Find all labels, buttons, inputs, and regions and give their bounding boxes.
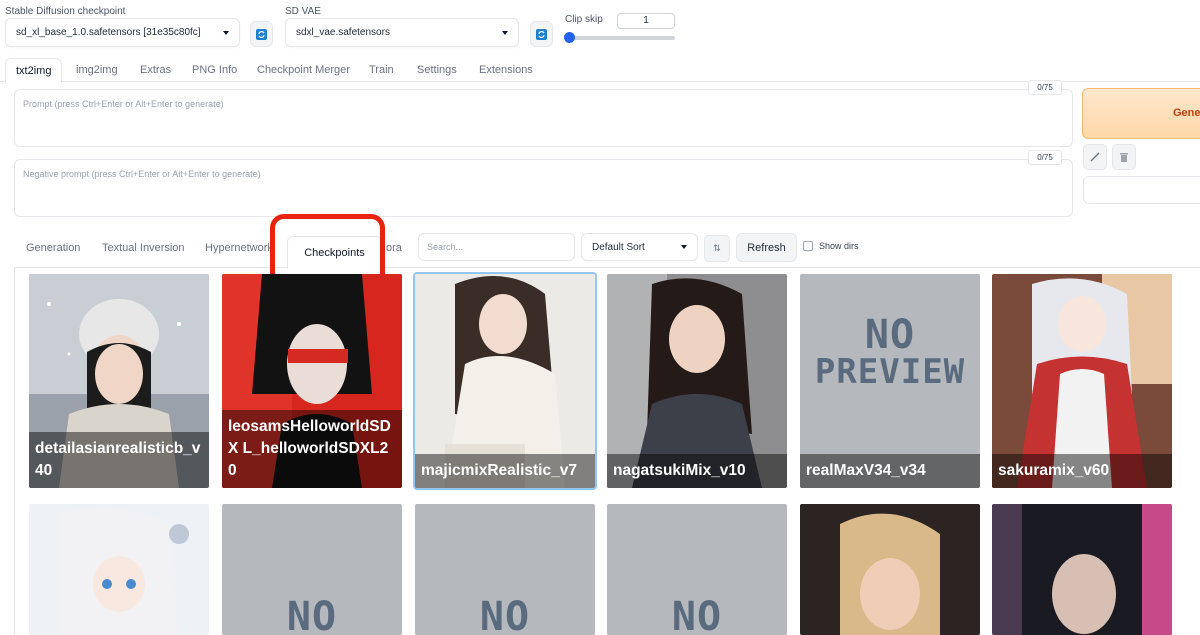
refresh-vae-button[interactable] (530, 21, 553, 47)
negative-prompt-textarea[interactable]: Negative prompt (press Ctrl+Enter or Alt… (14, 159, 1073, 217)
trash-icon (1120, 153, 1128, 162)
model-name-label: sakuramix_v60 (992, 454, 1172, 488)
prompt-placeholder: Prompt (press Ctrl+Enter or Alt+Enter to… (23, 99, 224, 109)
edit-styles-button[interactable] (1083, 144, 1107, 170)
checkpoint-gallery: detailasianrealisticb_v 40 leosamsHellow… (14, 268, 1200, 635)
show-dirs-checkbox[interactable] (803, 241, 813, 251)
sort-dropdown[interactable]: Default Sort (581, 233, 698, 261)
checkpoint-value: sd_xl_base_1.0.safetensors [31e35c80fc] (16, 27, 201, 38)
vae-label: SD VAE (285, 6, 321, 17)
tab-png-info[interactable]: PNG Info (182, 58, 247, 82)
clip-skip-input[interactable]: 1 (617, 13, 675, 29)
clear-prompt-button[interactable] (1112, 144, 1136, 170)
show-dirs-label: Show dirs (819, 241, 859, 251)
prompt-token-counter: 0/75 (1028, 80, 1062, 95)
refresh-icon (536, 28, 547, 40)
model-card[interactable] (800, 504, 980, 635)
subtab-generation[interactable]: Generation (26, 242, 80, 254)
clip-skip-slider-thumb[interactable] (564, 32, 575, 43)
show-dirs-toggle[interactable]: Show dirs (803, 241, 859, 251)
refresh-icon (256, 28, 267, 40)
tab-img2img[interactable]: img2img (66, 58, 128, 82)
no-preview-text: NO (671, 594, 723, 635)
model-preview-image (992, 504, 1172, 635)
model-card[interactable]: NO (607, 504, 787, 635)
clip-skip-slider-track[interactable] (566, 36, 675, 40)
checkpoint-dropdown[interactable]: sd_xl_base_1.0.safetensors [31e35c80fc] (5, 18, 240, 47)
tab-extras[interactable]: Extras (130, 58, 181, 82)
checkpoint-label: Stable Diffusion checkpoint (5, 6, 126, 17)
model-name-label: nagatsukiMix_v10 (607, 454, 787, 488)
sort-direction-button[interactable]: ⇅ (704, 235, 730, 262)
no-preview-text: NO (286, 594, 338, 635)
negative-prompt-token-counter: 0/75 (1028, 150, 1062, 165)
model-name-label: realMaxV34_v34 (800, 454, 980, 488)
tab-train[interactable]: Train (359, 58, 404, 82)
chevron-down-icon (223, 30, 229, 35)
refresh-checkpoint-button[interactable] (250, 21, 273, 47)
subtab-lora[interactable]: ora (386, 242, 402, 254)
model-card[interactable]: majicmixRealistic_v7 (413, 272, 597, 490)
main-tabs: txt2img img2img Extras PNG Info Checkpoi… (0, 58, 1200, 83)
model-preview-image (29, 504, 209, 635)
vae-dropdown[interactable]: sdxl_vae.safetensors (285, 18, 519, 47)
model-card[interactable]: sakuramix_v60 (992, 274, 1172, 488)
no-preview-text: PREVIEW (814, 352, 966, 392)
tab-extensions[interactable]: Extensions (469, 58, 543, 82)
model-card[interactable] (992, 504, 1172, 635)
model-card[interactable]: nagatsukiMix_v10 (607, 274, 787, 488)
model-preview-image (800, 504, 980, 635)
model-card[interactable]: leosamsHelloworldSDX L_helloworldSDXL20 (222, 274, 402, 488)
negative-prompt-placeholder: Negative prompt (press Ctrl+Enter or Alt… (23, 169, 261, 179)
tab-checkpoint-merger[interactable]: Checkpoint Merger (247, 58, 360, 82)
pencil-icon (1090, 152, 1100, 162)
model-name-label: leosamsHelloworldSDX L_helloworldSDXL20 (222, 410, 402, 488)
model-card[interactable] (29, 504, 209, 635)
generate-label: Gene (1173, 107, 1200, 119)
prompt-textarea[interactable]: Prompt (press Ctrl+Enter or Alt+Enter to… (14, 89, 1073, 147)
subtab-textual-inversion[interactable]: Textual Inversion (102, 242, 185, 254)
model-card[interactable]: NO (415, 504, 595, 635)
no-preview-text: NO (479, 594, 531, 635)
subtab-hypernetwork[interactable]: Hypernetwork (205, 242, 273, 254)
chevron-down-icon (681, 245, 687, 249)
clip-skip-label: Clip skip (565, 14, 603, 25)
model-name-label: majicmixRealistic_v7 (415, 454, 595, 488)
tab-settings[interactable]: Settings (407, 58, 467, 82)
chevron-down-icon (502, 30, 508, 35)
styles-dropdown[interactable] (1083, 176, 1200, 204)
model-card[interactable]: NO PREVIEW realMaxV34_v34 (800, 274, 980, 488)
tab-txt2img[interactable]: txt2img (5, 58, 63, 83)
refresh-button[interactable]: Refresh (736, 233, 797, 262)
generate-button[interactable]: Gene (1082, 88, 1200, 139)
sort-value: Default Sort (592, 241, 645, 253)
vae-value: sdxl_vae.safetensors (296, 27, 390, 38)
model-card[interactable]: NO (222, 504, 402, 635)
model-card[interactable]: detailasianrealisticb_v 40 (29, 274, 209, 488)
model-name-label: detailasianrealisticb_v 40 (29, 432, 209, 488)
search-input[interactable]: Search... (418, 233, 575, 261)
